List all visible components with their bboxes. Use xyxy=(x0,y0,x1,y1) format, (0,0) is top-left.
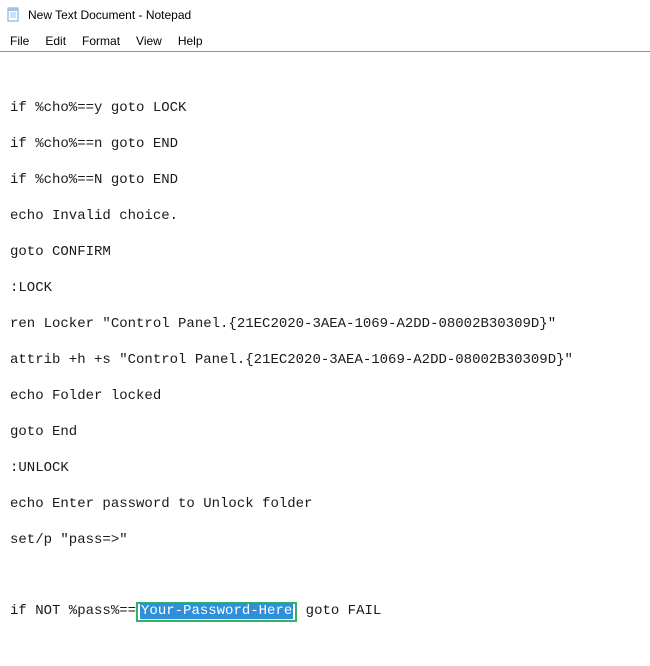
editor-line xyxy=(10,478,640,496)
menubar: File Edit Format View Help xyxy=(0,30,650,52)
editor-line xyxy=(10,298,640,316)
text-fragment: if NOT %pass%== xyxy=(10,603,136,619)
editor-line xyxy=(10,118,640,136)
editor-line xyxy=(10,226,640,244)
editor-line: echo Invalid choice. xyxy=(10,208,640,226)
editor-line: goto End xyxy=(10,424,640,442)
titlebar: New Text Document - Notepad xyxy=(0,0,650,30)
editor-line: :LOCK xyxy=(10,280,640,298)
highlight-box: Your-Password-Here xyxy=(136,602,297,621)
menu-format[interactable]: Format xyxy=(74,32,128,50)
selected-text: Your-Password-Here xyxy=(140,603,293,619)
editor-line: if %cho%==y goto LOCK xyxy=(10,100,640,118)
editor-line xyxy=(10,370,640,388)
window-title: New Text Document - Notepad xyxy=(28,8,191,22)
editor-line: goto CONFIRM xyxy=(10,244,640,262)
menu-edit[interactable]: Edit xyxy=(37,32,74,50)
notepad-icon xyxy=(6,7,22,23)
editor-line xyxy=(10,154,640,172)
editor-line: :UNLOCK xyxy=(10,460,640,478)
menu-view[interactable]: View xyxy=(128,32,170,50)
editor-line xyxy=(10,334,640,352)
editor-line: echo Enter password to Unlock folder xyxy=(10,496,640,514)
editor-line xyxy=(10,442,640,460)
text-fragment: goto FAIL xyxy=(297,603,381,619)
editor-line: if NOT %pass%==Your-Password-Here goto F… xyxy=(10,602,640,621)
editor-area[interactable]: if %cho%==y goto LOCK if %cho%==n goto E… xyxy=(0,52,650,649)
editor-line: attrib +h +s "Control Panel.{21EC2020-3A… xyxy=(10,352,640,370)
editor-line: if %cho%==n goto END xyxy=(10,136,640,154)
editor-line: set/p "pass=>" xyxy=(10,532,640,550)
editor-line xyxy=(10,406,640,424)
editor-line xyxy=(10,190,640,208)
editor-line xyxy=(10,550,640,568)
editor-line: if %cho%==N goto END xyxy=(10,172,640,190)
menu-file[interactable]: File xyxy=(2,32,37,50)
editor-line: echo Folder locked xyxy=(10,388,640,406)
editor-line: ren Locker "Control Panel.{21EC2020-3AEA… xyxy=(10,316,640,334)
editor-line xyxy=(10,262,640,280)
menu-help[interactable]: Help xyxy=(170,32,211,50)
editor-line xyxy=(10,514,640,532)
